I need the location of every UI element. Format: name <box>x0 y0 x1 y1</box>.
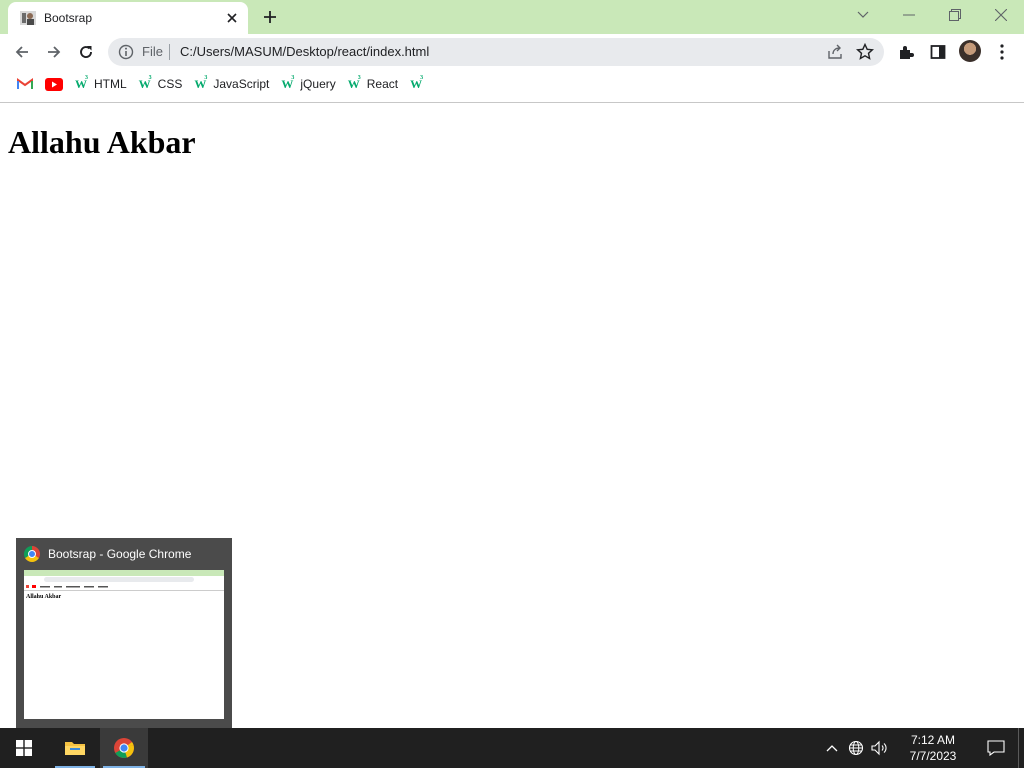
bookmark-gmail[interactable] <box>12 72 38 96</box>
tab-title: Bootsrap <box>44 11 93 25</box>
extensions-icon[interactable] <box>892 38 920 66</box>
thumb-bookmarks-bar <box>26 585 108 588</box>
share-icon[interactable] <box>826 43 844 61</box>
clock-time: 7:12 AM <box>910 733 956 747</box>
bookmark-w3schools[interactable]: W3 <box>405 72 427 96</box>
w3schools-icon: W3 <box>138 74 152 91</box>
windows-taskbar: 7:12 AM 7/7/2023 <box>0 728 1024 768</box>
bookmark-html[interactable]: W3 HTML <box>70 72 132 96</box>
chevron-down-icon[interactable] <box>840 0 886 30</box>
menu-icon[interactable] <box>988 38 1016 66</box>
minimize-icon[interactable] <box>886 0 932 30</box>
w3schools-icon: W3 <box>347 74 361 91</box>
volume-icon[interactable] <box>868 728 892 768</box>
chrome-icon <box>24 546 40 562</box>
bookmark-youtube[interactable] <box>40 72 68 96</box>
address-bar[interactable]: File C:/Users/MASUM/Desktop/react/index.… <box>108 38 884 66</box>
browser-toolbar: File C:/Users/MASUM/Desktop/react/index.… <box>0 34 1024 70</box>
bookmark-label: JavaScript <box>213 77 270 91</box>
window-controls <box>840 0 1024 30</box>
omnibox-separator <box>169 44 170 60</box>
toolbar-divider <box>0 102 1024 103</box>
preview-title: Bootsrap - Google Chrome <box>48 547 192 561</box>
restore-icon[interactable] <box>932 0 978 30</box>
bookmarks-bar: W3 HTML W3 CSS W3 JavaScript W3 jQuery W… <box>0 70 1024 98</box>
scheme-label: File <box>142 44 163 59</box>
url-text[interactable]: C:/Users/MASUM/Desktop/react/index.html <box>180 44 429 59</box>
plus-icon[interactable] <box>258 6 282 28</box>
youtube-icon <box>45 77 63 91</box>
clock[interactable]: 7:12 AM 7/7/2023 <box>892 728 974 768</box>
bookmark-label: jQuery <box>300 77 336 91</box>
network-icon[interactable] <box>844 728 868 768</box>
tab-strip: Bootsrap <box>0 0 1024 34</box>
bookmark-javascript[interactable]: W3 JavaScript <box>189 72 274 96</box>
browser-tab[interactable]: Bootsrap <box>8 2 248 34</box>
w3schools-icon: W3 <box>194 74 208 91</box>
info-icon[interactable] <box>118 44 134 60</box>
bookmark-label: CSS <box>157 77 183 91</box>
close-icon[interactable] <box>978 0 1024 30</box>
side-panel-icon[interactable] <box>924 38 952 66</box>
bookmark-label: React <box>366 77 399 91</box>
system-tray: 7:12 AM 7/7/2023 <box>820 728 1024 768</box>
bookmark-label: HTML <box>94 77 127 91</box>
w3schools-icon: W3 <box>281 74 295 91</box>
preview-thumbnail[interactable]: Allahu Akbar <box>24 570 224 719</box>
thumb-address-bar <box>44 577 194 582</box>
bookmark-css[interactable]: W3 CSS <box>134 72 188 96</box>
gmail-icon <box>17 78 33 89</box>
w3schools-icon: W3 <box>75 74 88 91</box>
back-arrow-icon[interactable] <box>8 38 36 66</box>
forward-arrow-icon[interactable] <box>40 38 68 66</box>
windows-start-icon[interactable] <box>0 728 48 768</box>
notification-icon[interactable] <box>974 728 1018 768</box>
close-icon[interactable] <box>222 8 242 28</box>
w3schools-icon: W3 <box>410 74 424 91</box>
chrome-icon <box>114 738 134 758</box>
user-photo-icon <box>20 11 36 25</box>
file-explorer-icon[interactable] <box>52 728 98 768</box>
thumb-page-heading: Allahu Akbar <box>26 594 62 600</box>
thumb-divider <box>24 590 224 591</box>
star-icon[interactable] <box>856 43 874 61</box>
show-desktop-button[interactable] <box>1018 728 1024 768</box>
profile-avatar[interactable] <box>959 40 981 62</box>
page-heading: Allahu Akbar <box>8 124 196 160</box>
reload-icon[interactable] <box>72 38 100 66</box>
clock-date: 7/7/2023 <box>909 749 957 763</box>
bookmark-react[interactable]: W3 React <box>343 72 403 96</box>
taskbar-thumbnail-preview[interactable]: Bootsrap - Google Chrome Allahu Akbar <box>16 538 232 728</box>
chrome-taskbar-button[interactable] <box>100 728 148 768</box>
chevron-up-icon[interactable] <box>820 728 844 768</box>
bookmark-jquery[interactable]: W3 jQuery <box>276 72 340 96</box>
